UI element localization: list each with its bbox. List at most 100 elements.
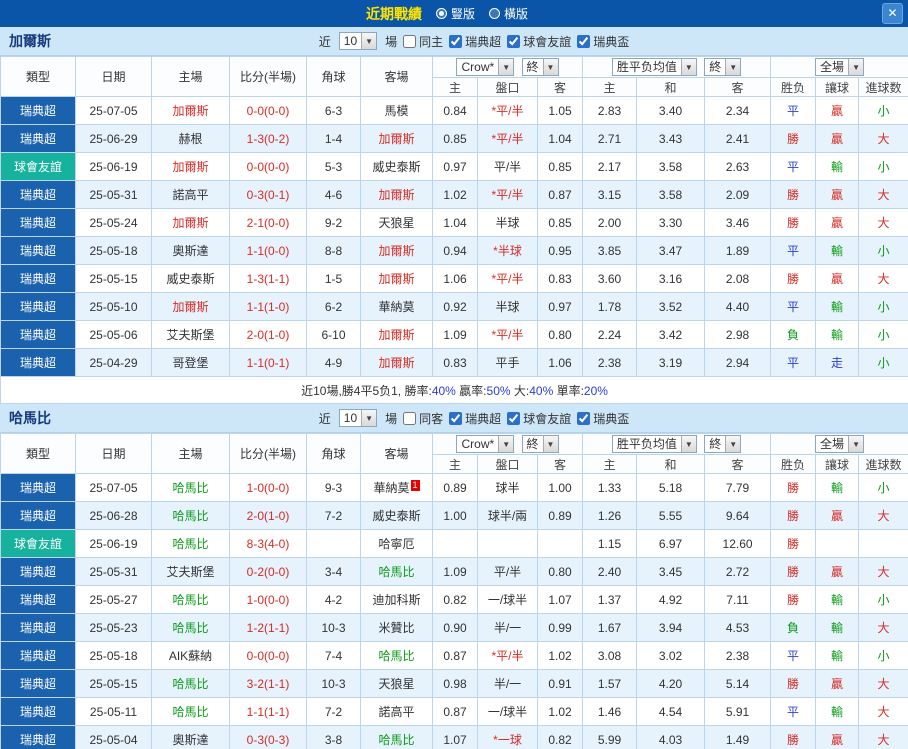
home-team[interactable]: 哈馬比 bbox=[151, 501, 230, 530]
checkbox[interactable] bbox=[403, 34, 417, 48]
league-badge[interactable]: 瑞典超 bbox=[0, 96, 76, 125]
home-team[interactable]: 艾夫斯堡 bbox=[151, 320, 230, 349]
league-checkbox-super[interactable]: 瑞典超 bbox=[449, 410, 501, 427]
away-team[interactable]: 哈馬比 bbox=[360, 641, 433, 670]
league-badge[interactable]: 瑞典超 bbox=[0, 697, 76, 726]
match-count-select[interactable]: 10 ▼ bbox=[338, 32, 378, 50]
league-checkbox-cup[interactable]: 瑞典盃 bbox=[577, 410, 629, 427]
away-team[interactable]: 華納莫 bbox=[360, 292, 433, 321]
league-badge[interactable]: 瑞典超 bbox=[0, 124, 76, 153]
asia-time-select[interactable]: 終 ▼ bbox=[521, 435, 559, 453]
away-team[interactable]: 威史泰斯 bbox=[360, 152, 433, 181]
euro-time-select[interactable]: 終 ▼ bbox=[704, 58, 742, 76]
away-team[interactable]: 天狼星 bbox=[360, 208, 433, 237]
home-team[interactable]: 赫根 bbox=[151, 124, 230, 153]
home-team[interactable]: 奧斯達 bbox=[151, 725, 230, 749]
league-badge[interactable]: 瑞典超 bbox=[0, 236, 76, 265]
away-team[interactable]: 華納莫 1 bbox=[360, 473, 433, 502]
league-badge[interactable]: 瑞典超 bbox=[0, 557, 76, 586]
away-team[interactable]: 天狼星 bbox=[360, 669, 433, 698]
league-badge[interactable]: 瑞典超 bbox=[0, 613, 76, 642]
away-team[interactable]: 諾高平 bbox=[360, 697, 433, 726]
euro-average-select[interactable]: 胜平负均值 ▼ bbox=[611, 58, 697, 76]
checkbox[interactable] bbox=[507, 411, 521, 425]
home-team[interactable]: 哈馬比 bbox=[151, 613, 230, 642]
away-team[interactable]: 哈寧厄 bbox=[360, 529, 433, 558]
same-home-checkbox[interactable]: 同主 bbox=[403, 33, 443, 50]
away-team[interactable]: 加爾斯 bbox=[360, 264, 433, 293]
league-badge[interactable]: 球會友誼 bbox=[0, 152, 76, 181]
home-team[interactable]: 艾夫斯堡 bbox=[151, 557, 230, 586]
home-team[interactable]: 哥登堡 bbox=[151, 348, 230, 377]
home-team[interactable]: AIK蘇納 bbox=[151, 641, 230, 670]
asia-home-odds: 1.07 bbox=[432, 725, 478, 749]
away-team[interactable]: 迪加科斯 bbox=[360, 585, 433, 614]
league-badge[interactable]: 瑞典超 bbox=[0, 473, 76, 502]
checkbox[interactable] bbox=[507, 34, 521, 48]
league-badge[interactable]: 瑞典超 bbox=[0, 585, 76, 614]
home-team[interactable]: 加爾斯 bbox=[151, 208, 230, 237]
euro-away-odds: 2.72 bbox=[704, 557, 772, 586]
league-badge[interactable]: 球會友誼 bbox=[0, 529, 76, 558]
bookmaker-select[interactable]: Crow* ▼ bbox=[456, 435, 515, 453]
league-checkbox-cup[interactable]: 瑞典盃 bbox=[577, 33, 629, 50]
checkbox[interactable] bbox=[403, 411, 417, 425]
home-team[interactable]: 加爾斯 bbox=[151, 152, 230, 181]
asia-time-select[interactable]: 終 ▼ bbox=[521, 58, 559, 76]
scope-select[interactable]: 全場 ▼ bbox=[815, 435, 865, 453]
home-team[interactable]: 哈馬比 bbox=[151, 585, 230, 614]
away-team[interactable]: 加爾斯 bbox=[360, 348, 433, 377]
league-badge[interactable]: 瑞典超 bbox=[0, 292, 76, 321]
league-checkbox-friendly[interactable]: 球會友誼 bbox=[507, 410, 571, 427]
col-euro-draw: 和 bbox=[636, 454, 706, 474]
match-date: 25-05-10 bbox=[75, 292, 152, 321]
home-team[interactable]: 哈馬比 bbox=[151, 473, 230, 502]
league-checkbox-friendly[interactable]: 球會友誼 bbox=[507, 33, 571, 50]
away-team[interactable]: 哈馬比 bbox=[360, 557, 433, 586]
checkbox[interactable] bbox=[577, 411, 591, 425]
home-team[interactable]: 奧斯達 bbox=[151, 236, 230, 265]
away-team[interactable]: 加爾斯 bbox=[360, 236, 433, 265]
away-team[interactable]: 威史泰斯 bbox=[360, 501, 433, 530]
league-badge[interactable]: 瑞典超 bbox=[0, 320, 76, 349]
league-badge[interactable]: 瑞典超 bbox=[0, 641, 76, 670]
away-team[interactable]: 哈馬比 bbox=[360, 725, 433, 749]
away-team[interactable]: 馬模 bbox=[360, 96, 433, 125]
league-badge[interactable]: 瑞典超 bbox=[0, 264, 76, 293]
asia-home-odds: 0.89 bbox=[432, 473, 478, 502]
corners: 6-3 bbox=[306, 96, 361, 125]
league-badge[interactable]: 瑞典超 bbox=[0, 669, 76, 698]
home-team[interactable]: 哈馬比 bbox=[151, 529, 230, 558]
corners: 9-2 bbox=[306, 208, 361, 237]
league-badge[interactable]: 瑞典超 bbox=[0, 180, 76, 209]
home-team[interactable]: 加爾斯 bbox=[151, 292, 230, 321]
checkbox[interactable] bbox=[449, 411, 463, 425]
away-team[interactable]: 加爾斯 bbox=[360, 124, 433, 153]
match-count-select[interactable]: 10 ▼ bbox=[338, 409, 378, 427]
home-team[interactable]: 諾高平 bbox=[151, 180, 230, 209]
layout-radio-horizontal[interactable]: 橫版 bbox=[489, 5, 528, 22]
away-team[interactable]: 加爾斯 bbox=[360, 180, 433, 209]
league-badge[interactable]: 瑞典超 bbox=[0, 208, 76, 237]
league-badge[interactable]: 瑞典超 bbox=[0, 501, 76, 530]
home-team[interactable]: 加爾斯 bbox=[151, 96, 230, 125]
score: 1-3(1-1) bbox=[229, 264, 307, 293]
euro-time-select[interactable]: 終 ▼ bbox=[704, 435, 742, 453]
away-team[interactable]: 米贊比 bbox=[360, 613, 433, 642]
home-team[interactable]: 哈馬比 bbox=[151, 669, 230, 698]
league-badge[interactable]: 瑞典超 bbox=[0, 725, 76, 749]
bookmaker-select[interactable]: Crow* ▼ bbox=[456, 58, 515, 76]
asia-away-odds: 0.82 bbox=[536, 725, 584, 749]
same-away-checkbox[interactable]: 同客 bbox=[403, 410, 443, 427]
close-icon[interactable]: ✕ bbox=[882, 3, 903, 24]
league-checkbox-super[interactable]: 瑞典超 bbox=[449, 33, 501, 50]
layout-radio-vertical[interactable]: 豎版 bbox=[435, 5, 475, 22]
home-team[interactable]: 哈馬比 bbox=[151, 697, 230, 726]
scope-select[interactable]: 全場 ▼ bbox=[815, 58, 865, 76]
away-team[interactable]: 加爾斯 bbox=[360, 320, 433, 349]
checkbox[interactable] bbox=[449, 34, 463, 48]
home-team[interactable]: 威史泰斯 bbox=[151, 264, 230, 293]
league-badge[interactable]: 瑞典超 bbox=[0, 348, 76, 377]
euro-average-select[interactable]: 胜平负均值 ▼ bbox=[611, 435, 697, 453]
checkbox[interactable] bbox=[577, 34, 591, 48]
